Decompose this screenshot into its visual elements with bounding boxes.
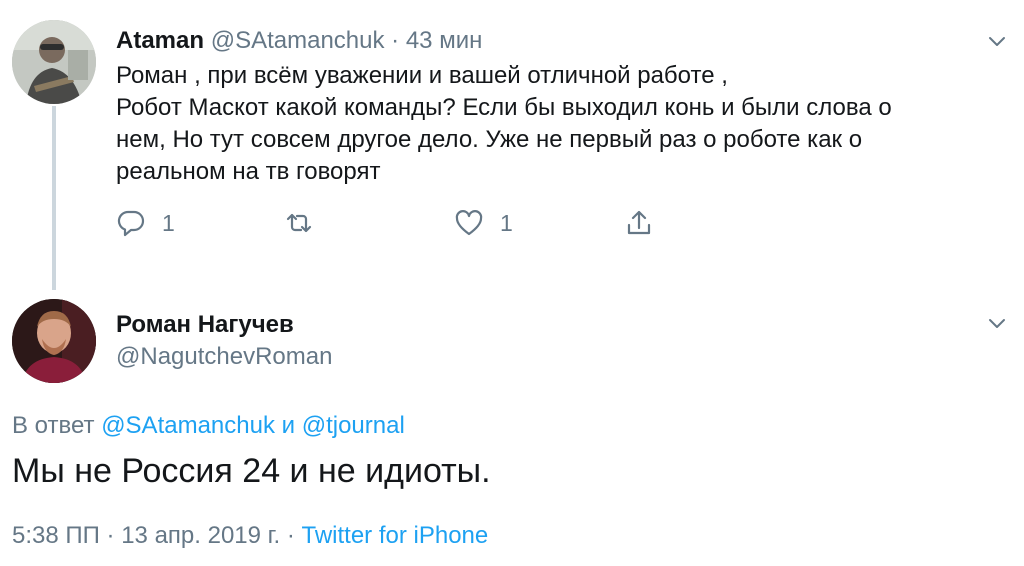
reply-header: Ataman @SAtamanchuk · 43 мин bbox=[116, 26, 482, 56]
reply-to-and: и bbox=[281, 412, 296, 439]
separator-dot: · bbox=[391, 27, 400, 54]
author-name[interactable]: Ataman bbox=[116, 27, 204, 54]
author-name[interactable]: Роман Нагучев bbox=[116, 310, 294, 340]
author-handle[interactable]: @NagutchevRoman bbox=[116, 342, 332, 372]
chevron-down-icon[interactable] bbox=[986, 312, 1008, 334]
reply-body-line: Роман , при всём уважении и вашей отличн… bbox=[116, 62, 728, 89]
reply-to-user-link[interactable]: @SAtamanchuk bbox=[101, 412, 275, 439]
reply-to-user-link[interactable]: @tjournal bbox=[302, 412, 405, 439]
reply-to-prefix: В ответ bbox=[12, 412, 95, 439]
tweet-text: Мы не Россия 24 и не идиоты. bbox=[12, 452, 491, 490]
ataman-avatar[interactable] bbox=[12, 20, 96, 104]
retweet-icon bbox=[286, 213, 312, 233]
reply-to-line: В ответ @SAtamanchuk и @tjournal bbox=[12, 411, 405, 441]
reply-body-line: реальном на тв говорят bbox=[116, 158, 381, 185]
share-button[interactable] bbox=[624, 206, 654, 240]
reply-count: 1 bbox=[162, 209, 175, 236]
reply-body-line: Робот Маскот какой команды? Если бы выхо… bbox=[116, 94, 892, 121]
share-icon bbox=[627, 210, 651, 235]
like-button[interactable]: 1 bbox=[454, 206, 513, 240]
thread-line bbox=[52, 106, 56, 290]
comment-icon bbox=[117, 210, 145, 237]
retweet-button[interactable] bbox=[284, 206, 330, 240]
tweet-timestamp[interactable]: 5:38 ПП · 13 апр. 2019 г. · bbox=[12, 522, 295, 549]
heart-icon bbox=[455, 210, 483, 236]
reply-body: Роман , при всём уважении и вашей отличн… bbox=[116, 60, 996, 188]
reply-button[interactable]: 1 bbox=[116, 206, 175, 240]
tweet-source-link[interactable]: Twitter for iPhone bbox=[301, 522, 488, 549]
author-handle[interactable]: @SAtamanchuk bbox=[211, 27, 385, 54]
tweet-actions: 1 1 bbox=[116, 206, 676, 240]
roman-avatar[interactable] bbox=[12, 299, 96, 383]
tweet-meta: 5:38 ПП · 13 апр. 2019 г. · Twitter for … bbox=[12, 520, 488, 552]
like-count: 1 bbox=[500, 209, 513, 236]
reply-tweet[interactable]: Ataman @SAtamanchuk · 43 мин Роман , при… bbox=[0, 0, 1024, 290]
tweet-time[interactable]: 43 мин bbox=[406, 27, 483, 54]
chevron-down-icon[interactable] bbox=[986, 30, 1008, 52]
reply-body-line: нем, Но тут совсем другое дело. Уже не п… bbox=[116, 126, 863, 153]
